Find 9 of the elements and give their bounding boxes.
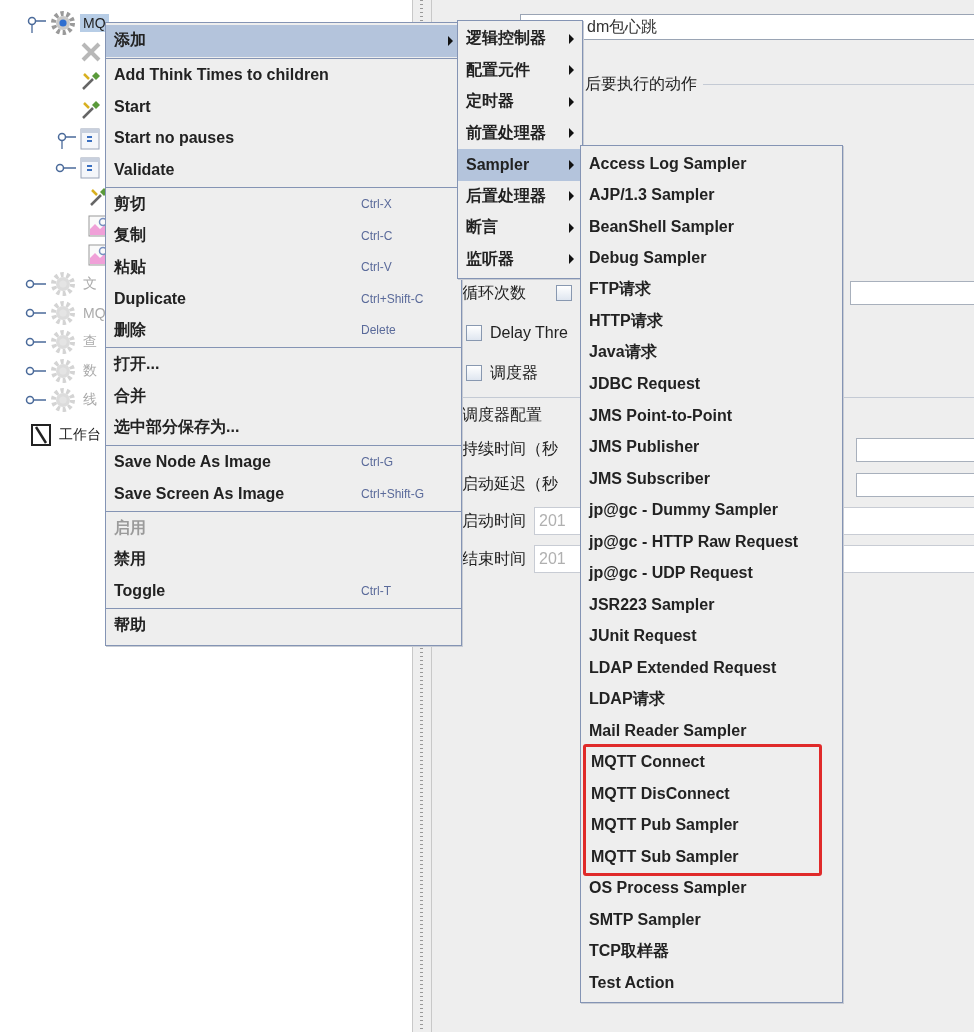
field-label: 持续时间（秒 xyxy=(462,439,558,459)
checkbox-label: Delay Thre xyxy=(490,324,568,342)
section-title: 后要执行的动作 xyxy=(585,74,697,94)
field-label: 结束时间 xyxy=(462,548,526,569)
field-label: 启动延迟（秒 xyxy=(462,474,558,494)
field-label: 循环次数 xyxy=(462,282,526,303)
section-title: 调度器配置 xyxy=(462,404,542,425)
checkbox-label: 调度器 xyxy=(490,362,538,383)
field-label: 启动时间 xyxy=(462,510,526,531)
